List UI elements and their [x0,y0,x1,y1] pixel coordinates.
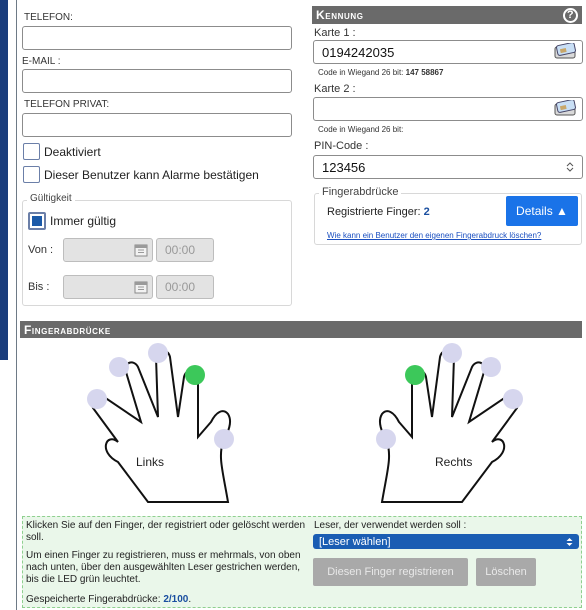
content-frame-border [16,0,17,610]
karte1-label: Karte 1 : [314,27,356,39]
email-label: E-MAIL : [22,56,61,67]
immer-gueltig-label: Immer gültig [50,214,117,228]
fingerprints-section-header: Fingerabdrücke [20,321,582,338]
card-reader-icon[interactable] [553,100,579,116]
right-pinky-finger[interactable] [503,389,523,409]
left-pinky-finger[interactable] [87,389,107,409]
registered-fingers-count: 2 [423,206,430,218]
reader-label: Leser, der verwendet werden soll : [314,520,467,531]
left-index-finger-registered[interactable] [185,365,205,385]
fingerprints-section-title: Fingerabdrücke [24,322,111,337]
karte1-wiegand: Code in Wiegand 26 bit: 147 58867 [318,68,443,77]
alarme-label: Dieser Benutzer kann Alarme bestätigen [44,168,259,182]
help-icon[interactable]: ? [563,7,578,23]
saved-fingerprints-suffix: . [188,594,192,605]
bis-date-field[interactable] [63,275,153,299]
left-hand: Links [87,343,234,503]
details-button[interactable]: Details ▲ [506,196,578,226]
right-hand: Rechts [376,343,523,503]
right-middle-finger[interactable] [442,343,462,363]
pin-value: 123456 [322,159,366,175]
validity-legend: Gültigkeit [27,193,75,204]
kennung-title: Kennung [316,8,364,22]
instruction-register: Um einen Finger zu registrieren, muss er… [26,550,301,585]
karte2-wiegand-label: Code in Wiegand 26 bit: [318,125,404,134]
left-nav-strip-edge [8,0,9,360]
delete-fingerprint-help-link[interactable]: Wie kann ein Benutzer den eigenen Finger… [327,231,541,240]
karte2-label: Karte 2 : [314,83,356,95]
right-ring-finger[interactable] [481,357,501,377]
telefon-privat-field[interactable] [22,113,292,137]
saved-fingerprints-label: Gespeicherte Fingerabdrücke: [26,594,161,605]
bis-label: Bis : [28,281,50,293]
instruction-click-finger: Klicken Sie auf den Finger, der registri… [26,520,306,543]
deaktiviert-label: Deaktiviert [44,145,101,159]
left-nav-strip [0,0,8,360]
spinner-icon[interactable] [566,161,574,173]
left-middle-finger[interactable] [148,343,168,363]
saved-fingerprints-value: 2/100 [163,594,189,605]
fingerprints-legend: Fingerabdrücke [319,186,402,198]
pin-label: PIN-Code : [314,140,369,152]
left-ring-finger[interactable] [109,357,129,377]
karte1-field[interactable]: 0194242035 [313,40,583,64]
right-index-finger-registered[interactable] [405,365,425,385]
telefon-field[interactable] [22,26,292,50]
right-thumb-finger[interactable] [376,429,396,449]
registered-fingers-label: Registrierte Finger: [327,206,421,218]
deaktiviert-checkbox[interactable] [23,143,40,160]
von-date-field[interactable] [63,238,153,262]
karte2-field[interactable] [313,97,583,121]
registered-fingers: Registrierte Finger: 2 [327,206,430,218]
bis-time-field[interactable]: 00:00 [156,275,214,299]
kennung-header: Kennung ? [312,6,582,24]
reader-select-value: [Leser wählen] [319,535,391,548]
card-reader-icon[interactable] [553,43,579,59]
von-time-field[interactable]: 00:00 [156,238,214,262]
karte1-value: 0194242035 [322,44,395,60]
left-thumb-finger[interactable] [214,429,234,449]
telefon-label: TELEFON: [24,12,73,23]
delete-finger-button[interactable]: Löschen [476,558,536,586]
karte1-wiegand-value: 147 58867 [405,68,444,77]
email-field[interactable] [22,69,292,93]
saved-fingerprints: Gespeicherte Fingerabdrücke: 2/100. [26,594,191,605]
register-finger-button[interactable]: Diesen Finger registrieren [313,558,468,586]
reader-select[interactable]: [Leser wählen] [313,534,579,549]
calendar-icon[interactable] [134,243,148,257]
left-hand-label: Links [136,455,164,469]
karte1-wiegand-label: Code in Wiegand 26 bit: [318,68,404,77]
von-label: Von : [28,244,54,256]
alarme-checkbox[interactable] [23,166,40,183]
select-arrows-icon [566,537,573,546]
pin-field[interactable]: 123456 [313,155,583,179]
calendar-icon[interactable] [134,280,148,294]
right-hand-label: Rechts [435,455,472,469]
telefon-privat-label: TELEFON PRIVAT: [24,99,110,110]
immer-gueltig-checkbox[interactable] [28,212,46,230]
